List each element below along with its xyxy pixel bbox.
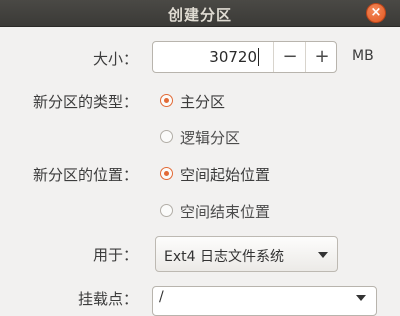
- radio-location-end[interactable]: [160, 204, 173, 217]
- radio-primary-label: 主分区: [180, 93, 226, 111]
- chevron-down-icon: [356, 295, 366, 301]
- plus-icon: +: [314, 46, 330, 67]
- mount-point-label: 挂载点：: [77, 290, 138, 308]
- radio-start-label: 空间起始位置: [180, 166, 271, 184]
- size-input[interactable]: 30720: [159, 48, 257, 66]
- decrement-button[interactable]: −: [273, 42, 306, 72]
- filesystem-combobox[interactable]: Ext4 日志文件系统: [155, 236, 338, 272]
- window-title: 创建分区: [167, 6, 232, 24]
- radio-logical-partition[interactable]: [160, 130, 173, 143]
- mount-point-combobox[interactable]: /: [152, 286, 377, 316]
- radio-end-label: 空间结束位置: [180, 203, 271, 221]
- use-as-label: 用于：: [92, 246, 138, 264]
- partition-type-label: 新分区的类型：: [32, 93, 138, 111]
- close-icon: ×: [370, 5, 382, 20]
- partition-location-label: 新分区的位置：: [32, 166, 138, 184]
- chevron-down-icon: [318, 252, 328, 258]
- text-caret: [258, 48, 259, 66]
- size-spinbutton[interactable]: 30720 − +: [152, 41, 337, 73]
- radio-logical-label: 逻辑分区: [180, 129, 241, 147]
- close-button[interactable]: ×: [366, 3, 386, 23]
- size-label: 大小：: [92, 50, 138, 68]
- radio-location-start[interactable]: [160, 167, 173, 180]
- filesystem-selected: Ext4 日志文件系统: [164, 249, 284, 265]
- title-bar: 创建分区 ×: [0, 0, 400, 27]
- minus-icon: −: [282, 46, 298, 67]
- increment-button[interactable]: +: [305, 42, 338, 72]
- mount-point-value: /: [159, 289, 164, 305]
- size-unit: MB: [352, 48, 374, 64]
- radio-primary-partition[interactable]: [160, 94, 173, 107]
